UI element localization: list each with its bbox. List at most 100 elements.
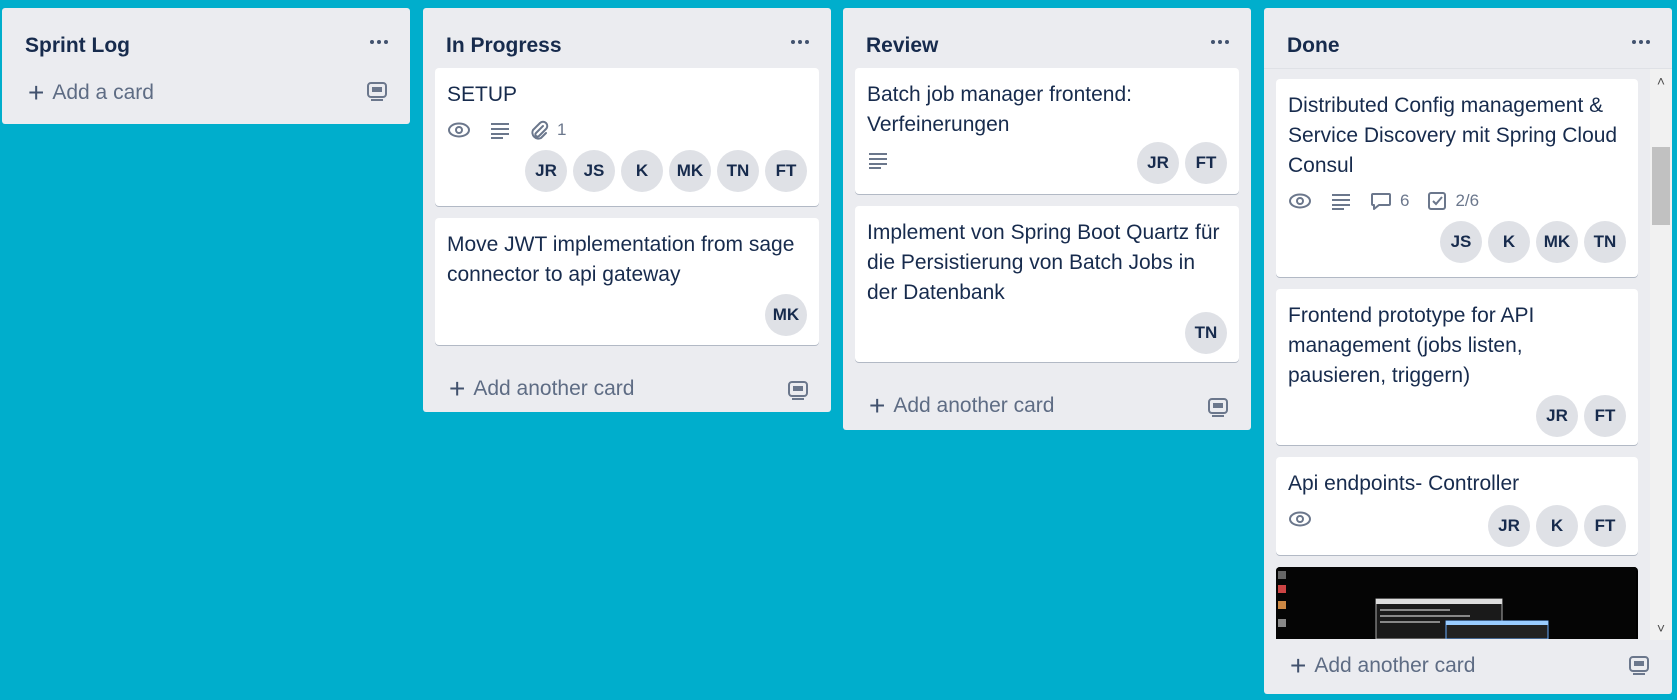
card-members: JR FT [1131, 142, 1227, 184]
watch-badge [1288, 192, 1312, 210]
avatar[interactable]: JS [573, 150, 615, 192]
screenshot-image [1276, 567, 1636, 639]
card-frontend-prototype[interactable]: Frontend prototype for API management (j… [1276, 289, 1638, 445]
card-title: Implement von Spring Boot Quartz für die… [867, 221, 1220, 304]
avatar[interactable]: JR [1137, 142, 1179, 184]
card-title: SETUP [447, 83, 518, 106]
scroll-up-arrow-icon[interactable]: ˄ [1650, 71, 1672, 91]
add-card-button[interactable]: + Add another card [843, 374, 1251, 438]
card-template-icon[interactable] [366, 80, 388, 102]
comments-badge: 6 [1370, 191, 1409, 211]
card-title: Batch job manager frontend: Verfeinerung… [867, 83, 1133, 136]
card-members: JS K MK TN [1288, 221, 1626, 263]
card-members: JR FT [1288, 395, 1626, 437]
card-template-icon[interactable] [787, 379, 809, 401]
card-template-icon[interactable] [1628, 654, 1650, 676]
card-api-endpoints[interactable]: Api endpoints- Controller JR K FT [1276, 457, 1638, 555]
paperclip-icon [531, 120, 549, 140]
avatar[interactable]: MK [1536, 221, 1578, 263]
description-icon [491, 123, 509, 139]
attachment-badge: 1 [529, 120, 566, 140]
card-members: MK [447, 294, 807, 336]
card-members: JR K FT [1482, 505, 1626, 547]
eye-icon [448, 122, 470, 138]
list-in-progress: In Progress SETUP 1 JR JS K MK TN FT Mov [423, 8, 831, 412]
card-template-icon[interactable] [1207, 396, 1229, 418]
description-icon [1332, 194, 1350, 210]
avatar[interactable]: K [1488, 221, 1530, 263]
description-badge [489, 121, 511, 139]
avatar[interactable]: FT [1584, 395, 1626, 437]
list-done: Done Distributed Config management & Ser… [1264, 8, 1672, 694]
avatar[interactable]: K [621, 150, 663, 192]
watch-badge [447, 121, 471, 139]
avatar[interactable]: TN [717, 150, 759, 192]
plus-icon: + [1290, 650, 1307, 681]
add-card-label: Add another card [473, 377, 635, 400]
checklist-icon [1428, 192, 1447, 210]
add-card-label: Add another card [893, 394, 1055, 417]
avatar[interactable]: FT [765, 150, 807, 192]
description-badge [867, 151, 889, 174]
card-badges: 1 [447, 116, 807, 144]
card-title: Api endpoints- Controller [1288, 472, 1520, 495]
add-card-label: Add a card [52, 81, 154, 104]
comment-icon [1371, 193, 1391, 210]
description-icon [869, 153, 887, 169]
avatar[interactable]: FT [1185, 142, 1227, 184]
avatar[interactable]: JR [1536, 395, 1578, 437]
list-review: Review Batch job manager frontend: Verfe… [843, 8, 1251, 430]
scrollbar-thumb[interactable] [1652, 147, 1670, 225]
card-setup[interactable]: SETUP 1 JR JS K MK TN FT [435, 68, 819, 206]
avatar[interactable]: MK [765, 294, 807, 336]
avatar[interactable]: MK [669, 150, 711, 192]
list-header[interactable]: In Progress [423, 8, 831, 68]
card-batch-job-frontend[interactable]: Batch job manager frontend: Verfeinerung… [855, 68, 1239, 194]
avatar[interactable]: JS [1440, 221, 1482, 263]
avatar[interactable]: TN [1584, 221, 1626, 263]
card-spring-boot-quartz[interactable]: Implement von Spring Boot Quartz für die… [855, 206, 1239, 362]
cards-scroll-area[interactable]: Distributed Config management & Service … [1264, 68, 1672, 640]
comments-count: 6 [1400, 191, 1410, 210]
attachment-count: 1 [557, 120, 567, 139]
avatar[interactable]: JR [525, 150, 567, 192]
card-distributed-config[interactable]: Distributed Config management & Service … [1276, 79, 1638, 277]
card-title: Distributed Config management & Service … [1288, 94, 1618, 177]
card-title: Move JWT implementation from sage connec… [447, 233, 795, 286]
eye-icon [1289, 511, 1311, 527]
add-card-button[interactable]: + Add a card [2, 68, 410, 118]
avatar[interactable]: JR [1488, 505, 1530, 547]
list-title[interactable]: Done [1287, 34, 1340, 58]
list-menu-button[interactable] [364, 30, 394, 54]
card-badges: 6 2/6 [1288, 187, 1626, 215]
add-card-button[interactable]: + Add another card [423, 357, 831, 421]
avatar[interactable]: FT [1584, 505, 1626, 547]
list-title[interactable]: In Progress [446, 34, 562, 58]
plus-icon: + [28, 77, 45, 108]
list-header[interactable]: Sprint Log [2, 8, 410, 68]
list-header[interactable]: Review [843, 8, 1251, 68]
list-menu-button[interactable] [1205, 30, 1235, 54]
list-title[interactable]: Sprint Log [25, 34, 130, 58]
list-menu-button[interactable] [1626, 30, 1656, 54]
card-cover-image[interactable] [1276, 567, 1638, 639]
list-title[interactable]: Review [866, 34, 938, 58]
card-members: TN [867, 312, 1227, 354]
card-title: Frontend prototype for API management (j… [1288, 304, 1535, 387]
card-members: JR JS K MK TN FT [447, 150, 807, 192]
list-header[interactable]: Done [1264, 8, 1672, 68]
add-card-label: Add another card [1314, 654, 1476, 677]
scroll-down-arrow-icon[interactable]: ˅ [1650, 618, 1672, 638]
add-card-button[interactable]: + Add another card [1264, 640, 1672, 692]
avatar[interactable]: K [1536, 505, 1578, 547]
checklist-badge: 2/6 [1427, 191, 1479, 211]
plus-icon: + [449, 373, 466, 404]
checklist-progress: 2/6 [1455, 191, 1480, 210]
plus-icon: + [869, 390, 886, 421]
scrollbar[interactable]: ˄ ˅ [1650, 69, 1672, 640]
description-badge [1330, 192, 1352, 210]
card-move-jwt[interactable]: Move JWT implementation from sage connec… [435, 218, 819, 345]
avatar[interactable]: TN [1185, 312, 1227, 354]
eye-icon [1289, 193, 1311, 209]
list-menu-button[interactable] [785, 30, 815, 54]
